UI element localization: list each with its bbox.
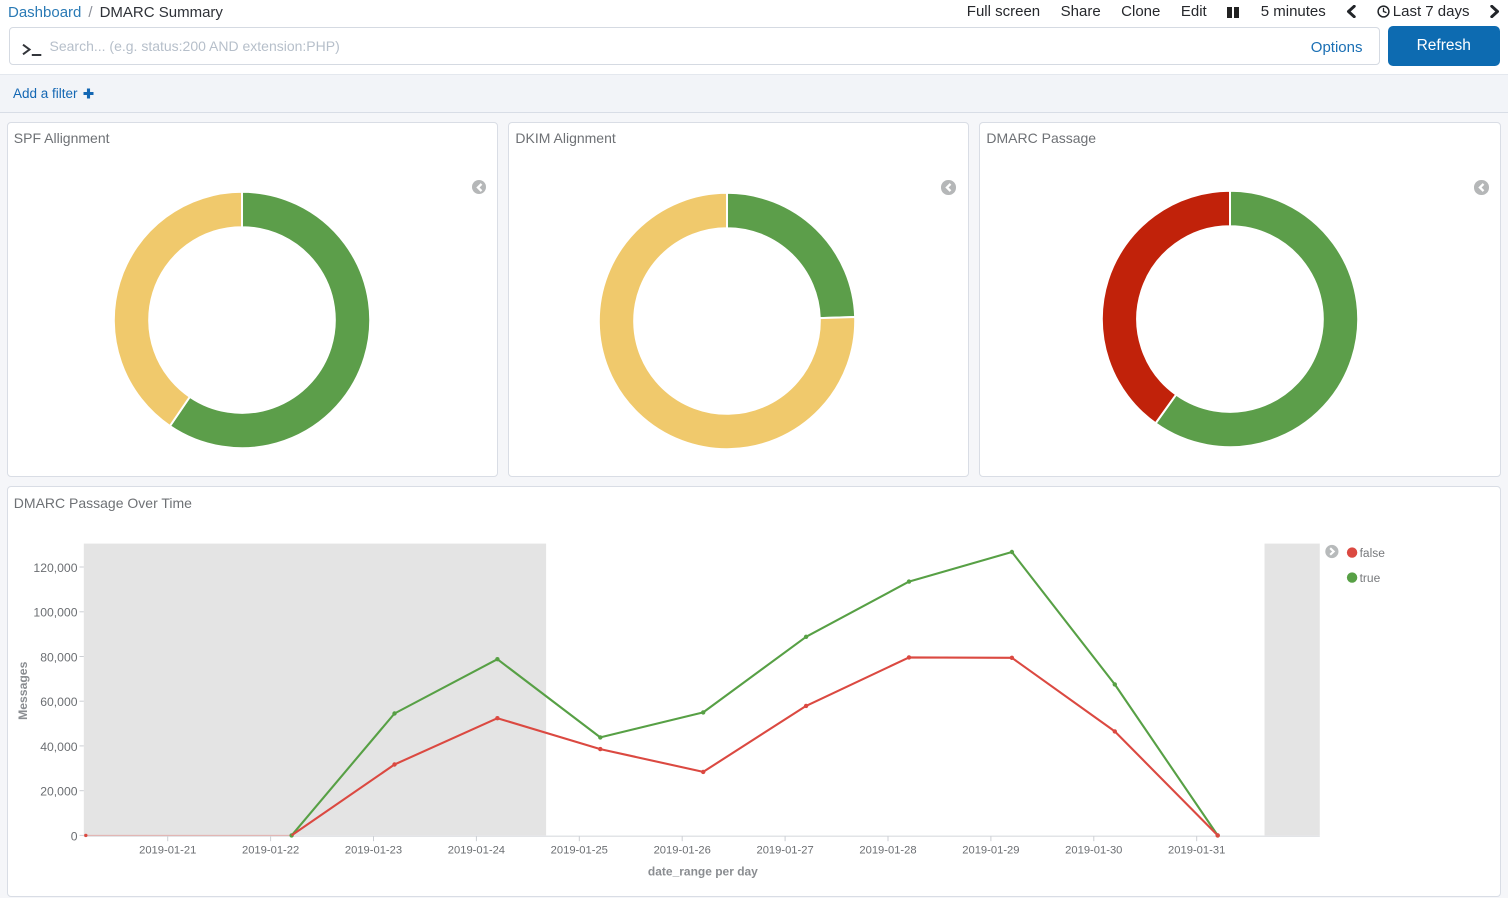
svg-text:2019-01-27: 2019-01-27 (757, 844, 814, 856)
svg-text:0: 0 (71, 829, 78, 843)
svg-text:Messages: Messages (16, 661, 30, 719)
svg-text:2019-01-25: 2019-01-25 (551, 844, 608, 856)
svg-text:2019-01-23: 2019-01-23 (345, 844, 402, 856)
svg-text:2019-01-29: 2019-01-29 (962, 844, 1019, 856)
svg-text:2019-01-30: 2019-01-30 (1065, 844, 1122, 856)
svg-text:60,000: 60,000 (40, 695, 77, 709)
svg-text:false: false (1360, 546, 1386, 560)
svg-text:2019-01-28: 2019-01-28 (860, 844, 917, 856)
svg-text:20,000: 20,000 (40, 784, 77, 798)
svg-text:100,000: 100,000 (34, 606, 78, 620)
svg-text:2019-01-24: 2019-01-24 (448, 844, 505, 856)
svg-text:true: true (1360, 571, 1381, 585)
svg-text:2019-01-31: 2019-01-31 (1168, 844, 1225, 856)
svg-text:2019-01-21: 2019-01-21 (139, 844, 196, 856)
svg-text:40,000: 40,000 (40, 740, 77, 754)
svg-text:120,000: 120,000 (34, 561, 78, 575)
svg-text:80,000: 80,000 (40, 650, 77, 664)
svg-text:2019-01-22: 2019-01-22 (242, 844, 299, 856)
svg-text:date_range per day: date_range per day (648, 864, 758, 878)
svg-text:2019-01-26: 2019-01-26 (654, 844, 711, 856)
